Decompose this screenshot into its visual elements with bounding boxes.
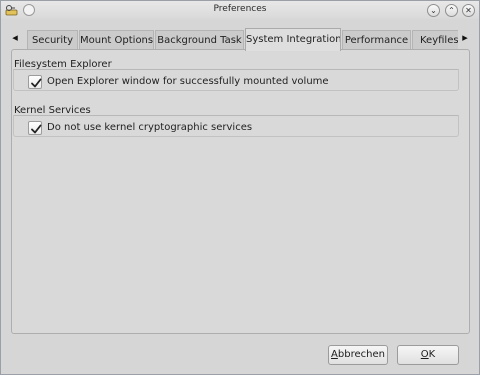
kernel-crypto-checkbox[interactable] [28,121,42,135]
chevron-up-icon: ⌃ [448,6,455,15]
tab-panel-system-integration [11,49,470,334]
chevron-down-icon: ⌄ [430,6,437,15]
close-icon: ✕ [465,6,472,15]
checkmark-icon [31,78,42,88]
title-bar[interactable]: Preferences ⌄ ⌃ ✕ [1,1,479,19]
tab-security[interactable]: Security [27,30,78,50]
tab-scroll-right-icon[interactable]: ▸ [459,31,471,45]
preferences-window: Preferences ⌄ ⌃ ✕ ◂ Security Mount Optio… [0,0,480,375]
kernel-crypto-label[interactable]: Do not use kernel cryptographic services [47,121,252,135]
checkmark-icon [31,124,42,134]
tab-system-integration[interactable]: System Integration [245,28,341,51]
tab-mount-options[interactable]: Mount Options [79,30,154,50]
tab-bar: ◂ Security Mount Options Background Task… [7,28,473,51]
window-title: Preferences [213,4,267,14]
tab-performance[interactable]: Performance [342,30,411,50]
close-button[interactable]: ✕ [462,4,475,17]
minimize-button[interactable]: ⌄ [427,4,440,17]
open-explorer-checkbox[interactable] [28,75,42,89]
ok-button[interactable]: OK [397,345,459,365]
open-explorer-label[interactable]: Open Explorer window for successfully mo… [47,75,329,89]
tab-background-task[interactable]: Background Task [155,30,244,50]
tab-keyfiles[interactable]: Keyfiles [412,30,458,50]
tab-scroll-left-icon[interactable]: ◂ [9,31,21,45]
cancel-button[interactable]: Abbrechen [328,345,388,365]
maximize-button[interactable]: ⌃ [445,4,458,17]
